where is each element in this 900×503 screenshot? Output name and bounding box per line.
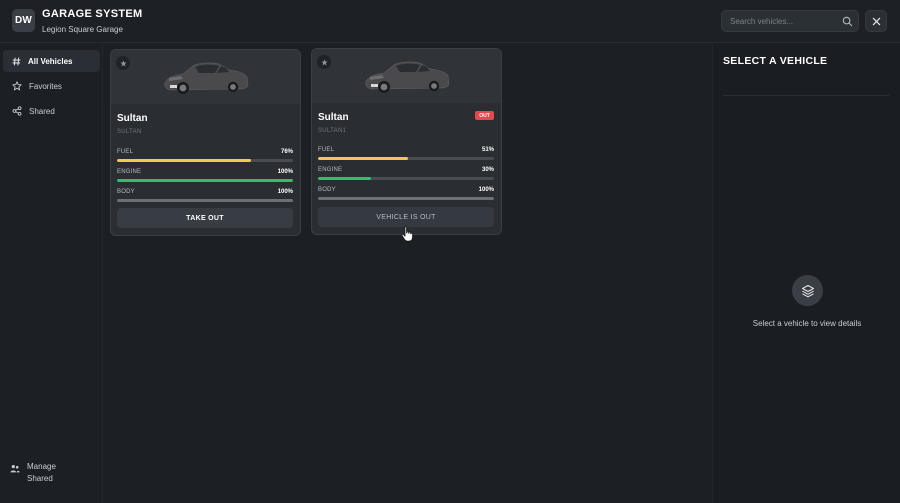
close-icon [872, 17, 880, 25]
garage-name: Legion Square Garage [42, 25, 123, 34]
stat-value: 30% [481, 167, 494, 173]
star-icon [12, 81, 22, 91]
engine-bar-fill [318, 177, 371, 180]
body-bar-fill [117, 199, 293, 202]
favorite-toggle[interactable] [317, 55, 331, 69]
sidebar-item-all-vehicles[interactable]: All Vehicles [3, 50, 100, 72]
engine-stat: ENGINE 100% [117, 169, 293, 183]
vehicle-model: SULTAN1 [318, 128, 347, 134]
fuel-bar-fill [318, 157, 408, 160]
body-stat: BODY 100% [117, 189, 293, 203]
sidebar-item-label: Favorites [29, 81, 62, 91]
close-button[interactable] [865, 10, 887, 32]
search-icon[interactable] [842, 16, 853, 27]
fuel-bar [318, 157, 494, 160]
stat-label: FUEL [117, 149, 134, 155]
divider [723, 95, 889, 96]
stat-label: FUEL [318, 147, 335, 153]
detail-panel: SELECT A VEHICLE Select a vehicle to vie… [712, 44, 900, 503]
layers-icon-glyph [801, 284, 814, 297]
manage-shared-label: Manage Shared [27, 462, 56, 483]
fuel-bar-fill [117, 159, 251, 162]
vehicle-name: Sultan [318, 112, 349, 123]
manage-shared-button[interactable]: Manage Shared [10, 461, 95, 485]
body-bar [117, 199, 293, 202]
vehicle-is-out-button[interactable]: VEHICLE IS OUT [318, 207, 494, 227]
engine-bar [318, 177, 494, 180]
engine-stat: ENGINE 30% [318, 167, 494, 181]
vehicle-card[interactable]: Sultan SULTAN FUEL 76% ENGINE 100% BODY … [110, 49, 301, 236]
sidebar-item-shared[interactable]: Shared [3, 100, 100, 122]
body-bar [318, 197, 494, 200]
fuel-stat: FUEL 76% [117, 149, 293, 163]
layers-icon [792, 275, 823, 306]
take-out-button[interactable]: TAKE OUT [117, 208, 293, 228]
favorite-toggle[interactable] [116, 56, 130, 70]
detail-title: SELECT A VEHICLE [723, 55, 828, 67]
sidebar: All Vehicles Favorites Shared Manage Sha… [0, 44, 103, 503]
stat-label: BODY [318, 187, 336, 193]
search-input[interactable] [722, 11, 840, 31]
stat-value: 100% [277, 189, 293, 195]
vehicle-image [111, 50, 300, 104]
stat-value: 100% [277, 169, 293, 175]
car-image [164, 62, 249, 94]
body-bar-fill [318, 197, 494, 200]
hand-cursor-icon [401, 226, 413, 242]
share-icon [12, 106, 22, 116]
empty-state-text: Select a vehicle to view details [752, 319, 862, 328]
vehicle-model: SULTAN [117, 129, 142, 135]
users-icon [10, 465, 20, 473]
fuel-bar [117, 159, 293, 162]
stat-label: BODY [117, 189, 135, 195]
star-icon [320, 58, 328, 65]
engine-bar [117, 179, 293, 182]
stat-value: 76% [280, 149, 293, 155]
header: DW GARAGE SYSTEM Legion Square Garage [0, 0, 900, 43]
engine-bar-fill [117, 179, 293, 182]
star-icon [119, 59, 127, 66]
stat-label: ENGINE [318, 167, 343, 173]
vehicle-card[interactable]: Sultan OUT SULTAN1 FUEL 51% ENGINE 30% B… [311, 48, 502, 235]
hash-icon [12, 57, 21, 65]
body-stat: BODY 100% [318, 187, 494, 201]
stat-label: ENGINE [117, 169, 142, 175]
sidebar-item-label: All Vehicles [28, 56, 73, 66]
status-badge: OUT [475, 111, 494, 120]
sidebar-item-label: Shared [29, 106, 55, 116]
app-title: GARAGE SYSTEM [42, 8, 143, 20]
vehicle-image [312, 49, 501, 103]
search-box[interactable] [721, 10, 859, 32]
sidebar-item-favorites[interactable]: Favorites [3, 75, 100, 97]
logo: DW [12, 9, 35, 32]
stat-value: 100% [478, 187, 494, 193]
stat-value: 51% [481, 147, 494, 153]
vehicle-name: Sultan [117, 113, 148, 124]
fuel-stat: FUEL 51% [318, 147, 494, 161]
car-image [365, 61, 450, 93]
